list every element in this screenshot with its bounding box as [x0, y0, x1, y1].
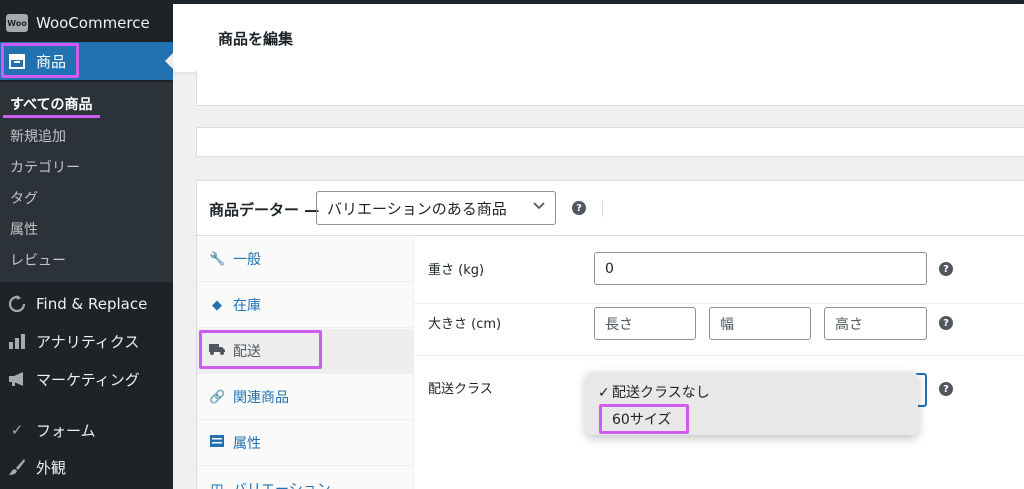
menu-marketing-label: マーケティング: [36, 370, 140, 389]
refresh-icon: [6, 293, 28, 315]
current-menu-arrow: [165, 53, 173, 69]
excerpt-panel: [196, 127, 1024, 157]
products-submenu: すべての商品 新規追加 カテゴリー タグ 属性 レビュー: [0, 82, 173, 282]
admin-sidebar: Woo WooCommerce 商品 すべての商品 新規追加 カテゴリー タグ …: [0, 0, 173, 489]
submenu-tags[interactable]: タグ: [10, 188, 38, 208]
highlight-all-products: [3, 115, 100, 118]
length-input[interactable]: 長さ: [594, 307, 696, 340]
tab-attributes[interactable]: 属性: [197, 421, 414, 466]
product-data-header: 商品データー — バリエーションのある商品 ?: [197, 181, 1024, 236]
help-icon[interactable]: ?: [939, 316, 953, 330]
submenu-reviews[interactable]: レビュー: [10, 250, 66, 270]
menu-woocommerce-label: WooCommerce: [36, 14, 150, 32]
submenu-all-products[interactable]: すべての商品: [10, 94, 92, 114]
tab-variations[interactable]: 田 バリエーション: [197, 467, 414, 489]
help-icon[interactable]: ?: [939, 262, 953, 276]
submenu-add-new[interactable]: 新規追加: [10, 126, 66, 146]
chevron-down-icon: [533, 199, 545, 214]
field-divider: [414, 303, 1024, 304]
menu-analytics[interactable]: アナリティクス: [0, 327, 173, 355]
tab-inventory-label: 在庫: [233, 298, 261, 314]
tag-icon: ◆: [212, 297, 222, 313]
field-divider: [414, 355, 1024, 356]
page-title: 商品を編集: [218, 30, 294, 48]
width-input[interactable]: 幅: [709, 307, 811, 340]
page-header: 商品を編集: [173, 4, 1024, 72]
highlight-shipping-tab: [199, 330, 322, 369]
tab-general-label: 一般: [233, 252, 261, 268]
highlight-products: [1, 43, 79, 78]
help-icon[interactable]: ?: [572, 201, 586, 215]
menu-forms[interactable]: ✓ フォーム: [0, 416, 173, 444]
product-data-title: 商品データー —: [209, 201, 320, 219]
menu-analytics-label: アナリティクス: [36, 332, 140, 351]
menu-find-replace[interactable]: Find & Replace: [0, 290, 173, 318]
wrench-icon: 🔧: [209, 251, 226, 267]
menu-marketing[interactable]: マーケティング: [0, 365, 173, 393]
megaphone-icon: [6, 368, 28, 390]
height-input[interactable]: 高さ: [824, 307, 927, 340]
highlight-60-size: [599, 404, 689, 434]
menu-woocommerce[interactable]: Woo WooCommerce: [0, 8, 173, 38]
shipping-class-label: 配送クラス: [428, 382, 493, 397]
paintbrush-icon: [6, 456, 28, 478]
submenu-attributes[interactable]: 属性: [10, 219, 38, 239]
menu-find-replace-label: Find & Replace: [36, 295, 148, 313]
tab-inventory[interactable]: ◆ 在庫: [197, 283, 414, 328]
menu-appearance[interactable]: 外観: [0, 453, 173, 481]
link-icon: 🔗: [209, 389, 226, 405]
menu-appearance-label: 外観: [36, 458, 67, 477]
grid-icon: 田: [209, 480, 225, 489]
dimensions-label: 大きさ (cm): [428, 317, 502, 332]
product-type-select[interactable]: バリエーションのある商品: [316, 191, 556, 225]
checkmark-icon: ✓: [598, 385, 610, 401]
menu-forms-label: フォーム: [36, 421, 96, 440]
tab-attributes-label: 属性: [233, 436, 261, 452]
help-icon[interactable]: ?: [939, 382, 953, 396]
tab-linked-products-label: 関連商品: [233, 390, 289, 406]
weight-input[interactable]: 0: [594, 252, 927, 285]
list-icon: [209, 435, 225, 451]
bar-chart-icon: [6, 330, 28, 352]
product-type-value: バリエーションのある商品: [327, 199, 507, 218]
tab-variations-label: バリエーション: [233, 479, 331, 489]
checkmark-icon: ✓: [10, 421, 24, 439]
header-separator: [602, 201, 603, 217]
editor-panel: [196, 70, 1024, 106]
weight-label: 重さ (kg): [428, 263, 485, 278]
submenu-categories[interactable]: カテゴリー: [10, 157, 80, 177]
tab-general[interactable]: 🔧 一般: [197, 237, 414, 282]
option-no-shipping-class[interactable]: ✓ 配送クラスなし: [598, 382, 710, 402]
option-label: 配送クラスなし: [612, 385, 710, 401]
tab-linked-products[interactable]: 🔗 関連商品: [197, 375, 414, 420]
woocommerce-icon: Woo: [6, 14, 28, 32]
